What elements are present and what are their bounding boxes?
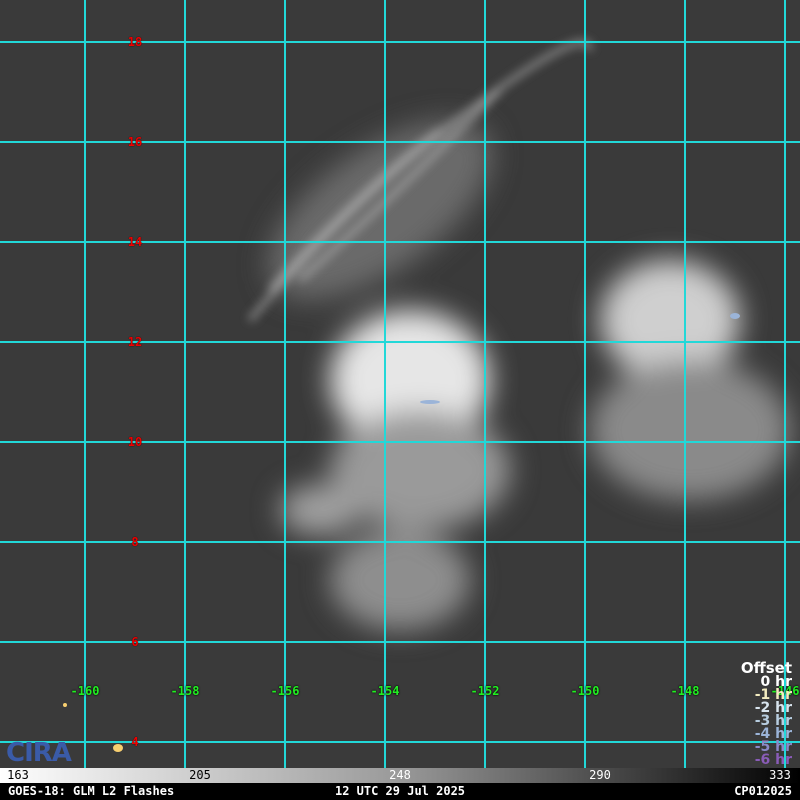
legend-item: -6 hr [754, 752, 792, 768]
cira-logo: CIRA [6, 738, 72, 768]
lon-label: -150 [570, 684, 600, 698]
colorbar-tick: 248 [389, 768, 411, 782]
lon-label: -156 [270, 684, 300, 698]
colorbar-tick: 205 [189, 768, 211, 782]
lon-label: -158 [170, 684, 200, 698]
lon-label: -154 [370, 684, 400, 698]
colorbar-tick: 290 [589, 768, 611, 782]
lat-label: 18 [127, 35, 143, 49]
product-label: GOES-18: GLM L2 Flashes [8, 784, 175, 798]
satellite-image: 18 16 14 12 10 8 6 4 -160 -158 -156 -154… [0, 0, 800, 768]
lat-label: 4 [131, 735, 139, 749]
lightning-flash [113, 744, 123, 752]
lat-label: 16 [127, 135, 143, 149]
lat-label: 10 [127, 435, 143, 449]
lightning-flash [63, 703, 67, 707]
lightning-flash [730, 313, 740, 319]
lightning-flash [420, 400, 440, 404]
timestamp: 12 UTC 29 Jul 2025 [334, 784, 466, 798]
lat-label: 12 [127, 335, 143, 349]
lat-label: 6 [131, 635, 139, 649]
lat-label: 8 [131, 535, 139, 549]
lon-label: -152 [470, 684, 500, 698]
storm-id: CP012025 [734, 784, 792, 798]
offset-legend: Offset 0 hr -1 hr -2 hr -3 hr -4 hr -5 h… [741, 661, 792, 768]
footer: GOES-18: GLM L2 Flashes 12 UTC 29 Jul 20… [0, 783, 800, 800]
lon-label: -160 [70, 684, 100, 698]
colorbar: 163 205 248 290 333 [0, 768, 800, 783]
lat-label: 14 [127, 235, 143, 249]
cloud-layer [0, 0, 800, 768]
colorbar-tick: 333 [769, 768, 791, 782]
colorbar-tick: 163 [7, 768, 29, 782]
lon-label: -148 [670, 684, 700, 698]
